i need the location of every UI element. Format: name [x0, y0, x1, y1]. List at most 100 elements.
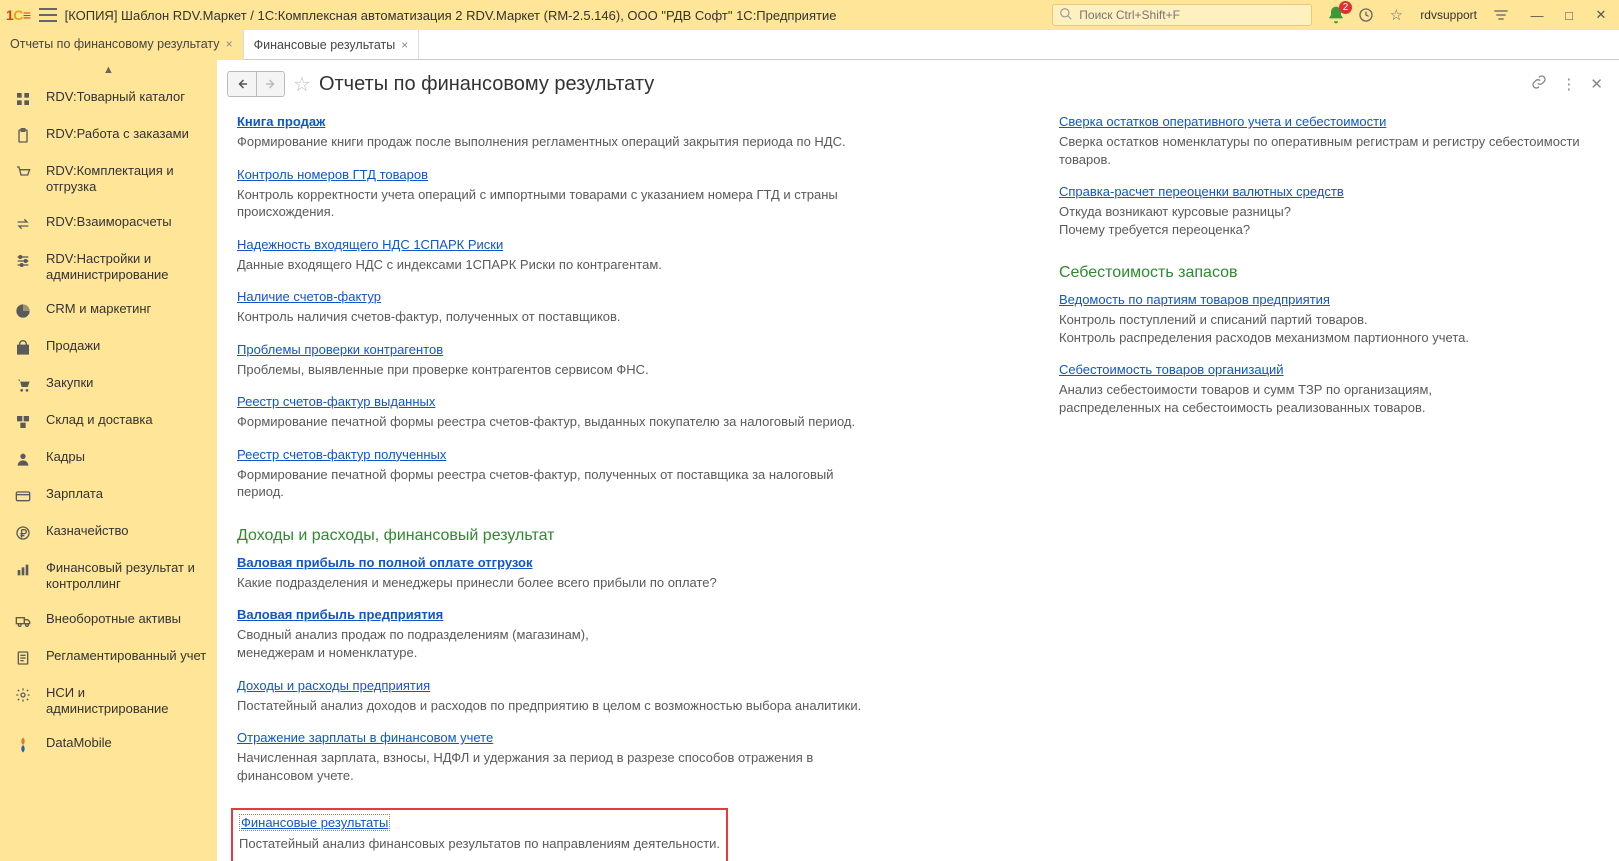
report-link[interactable]: Книга продаж — [237, 114, 325, 129]
sidebar-item-label: Склад и доставка — [46, 412, 153, 428]
report-description: Контроль наличия счетов-фактур, полученн… — [237, 308, 877, 326]
sidebar-item[interactable]: Внеоборотные активы — [0, 602, 217, 639]
sidebar-item-label: RDV:Товарный каталог — [46, 89, 185, 105]
sidebar-item-label: Продажи — [46, 338, 100, 354]
content-area: Книга продажФормирование книги продаж по… — [217, 100, 1619, 861]
sidebar-collapse-icon[interactable]: ▲ — [0, 60, 217, 80]
settings-menu-icon[interactable] — [1491, 5, 1511, 25]
sidebar-item[interactable]: Закупки — [0, 366, 217, 403]
report-description: Контроль корректности учета операций с и… — [237, 186, 877, 221]
gear-icon — [14, 686, 32, 704]
sidebar-item[interactable]: Зарплата — [0, 477, 217, 514]
report-link[interactable]: Ведомость по партиям товаров предприятия — [1059, 292, 1330, 307]
report-link[interactable]: Реестр счетов-фактур полученных — [237, 447, 446, 462]
search-input[interactable] — [1079, 8, 1305, 22]
report-link[interactable]: Отражение зарплаты в финансовом учете — [237, 730, 493, 745]
window-minimize-icon[interactable]: — — [1525, 5, 1549, 25]
sidebar-item-label: Закупки — [46, 375, 93, 391]
sidebar-item[interactable]: Регламентированный учет — [0, 639, 217, 676]
sidebar-item[interactable]: RDV:Товарный каталог — [0, 80, 217, 117]
report-item: Валовая прибыль по полной оплате отгрузо… — [237, 555, 1019, 592]
sidebar-item[interactable]: Казначейство — [0, 514, 217, 551]
sidebar-item[interactable]: RDV:Настройки и администрирование — [0, 242, 217, 293]
window-close-icon[interactable]: ✕ — [1589, 5, 1613, 25]
tab-close-icon[interactable]: × — [226, 37, 233, 51]
favorite-toggle-icon[interactable]: ☆ — [293, 72, 311, 97]
menu-burger-icon[interactable] — [39, 8, 57, 22]
sidebar-item[interactable]: Кадры — [0, 440, 217, 477]
tab-item[interactable]: Финансовые результаты× — [244, 30, 420, 59]
report-link[interactable]: Контроль номеров ГТД товаров — [237, 167, 428, 182]
report-link[interactable]: Сверка остатков оперативного учета и себ… — [1059, 114, 1386, 129]
grid-icon — [14, 90, 32, 108]
report-item: Реестр счетов-фактур полученныхФормирова… — [237, 447, 1019, 501]
report-item: Отражение зарплаты в финансовом учетеНач… — [237, 730, 1019, 784]
tab-close-icon[interactable]: × — [401, 38, 408, 52]
report-link[interactable]: Валовая прибыль предприятия — [237, 607, 443, 622]
report-item: Сверка остатков оперативного учета и себ… — [1059, 114, 1599, 168]
exchange-icon — [14, 215, 32, 233]
report-description: Данные входящего НДС с индексами 1СПАРК … — [237, 256, 877, 274]
report-item: Контроль номеров ГТД товаров Контроль кор… — [237, 167, 1019, 221]
main-panel: ☆ Отчеты по финансовому результату ⋮ ✕ К… — [217, 60, 1619, 861]
report-description: Анализ себестоимости товаров и сумм ТЗР … — [1059, 381, 1599, 416]
report-item: Себестоимость товаров организаций Анализ … — [1059, 362, 1599, 416]
page-title: Отчеты по финансовому результату — [319, 73, 654, 96]
sidebar-item[interactable]: RDV:Взаиморасчеты — [0, 205, 217, 242]
sidebar-item[interactable]: CRM и маркетинг — [0, 292, 217, 329]
notification-badge: 2 — [1339, 1, 1353, 14]
report-item: Реестр счетов-фактур выданныхФормировани… — [237, 394, 1019, 431]
sidebar-item-label: Казначейство — [46, 523, 128, 539]
more-menu-icon[interactable]: ⋮ — [1561, 75, 1576, 93]
report-link[interactable]: Реестр счетов-фактур выданных — [237, 394, 435, 409]
window-title: [КОПИЯ] Шаблон RDV.Маркет / 1С:Комплексн… — [65, 8, 837, 23]
report-description: Какие подразделения и менеджеры принесли… — [237, 574, 877, 592]
report-link[interactable]: Справка-расчет переоценки валютных средс… — [1059, 184, 1344, 199]
notifications-bell-icon[interactable]: 2 — [1326, 5, 1346, 25]
sidebar-item[interactable]: RDV:Комплектация и отгрузка — [0, 154, 217, 205]
link-icon[interactable] — [1531, 74, 1547, 94]
report-item: Надежность входящего НДС 1СПАРК Риски Дан… — [237, 237, 1019, 274]
sidebar-item-label: RDV:Настройки и администрирование — [46, 251, 207, 284]
report-link[interactable]: Финансовые результаты — [239, 814, 390, 831]
sidebar-item-label: RDV:Взаиморасчеты — [46, 214, 172, 230]
close-panel-icon[interactable]: ✕ — [1590, 75, 1603, 93]
sidebar-item-label: НСИ и администрирование — [46, 685, 207, 718]
sidebar-item[interactable]: DataMobile — [0, 726, 217, 763]
report-item: Ведомость по партиям товаров предприятия… — [1059, 292, 1599, 346]
report-link[interactable]: Себестоимость товаров организаций — [1059, 362, 1284, 377]
sidebar-item-label: Регламентированный учет — [46, 648, 206, 664]
user-name[interactable]: rdvsupport — [1416, 8, 1481, 22]
sidebar-item-label: Финансовый результат и контроллинг — [46, 560, 207, 593]
tab-label: Отчеты по финансовому результату — [10, 37, 220, 51]
nav-forward-button[interactable] — [256, 72, 284, 96]
doc-icon — [14, 649, 32, 667]
sidebar-item[interactable]: Финансовый результат и контроллинг — [0, 551, 217, 602]
cart-icon — [14, 164, 32, 182]
report-link[interactable]: Надежность входящего НДС 1СПАРК Риски — [237, 237, 503, 252]
report-link[interactable]: Наличие счетов-фактур — [237, 289, 381, 304]
tab-item[interactable]: Отчеты по финансовому результату × — [0, 30, 244, 60]
sidebar-item[interactable]: Склад и доставка — [0, 403, 217, 440]
history-icon[interactable] — [1356, 5, 1376, 25]
report-description: Откуда возникают курсовые разницы? Почем… — [1059, 203, 1599, 238]
report-link[interactable]: Проблемы проверки контрагентов — [237, 342, 443, 357]
report-description: Контроль поступлений и списаний партий т… — [1059, 311, 1599, 346]
sidebar-item[interactable]: Продажи — [0, 329, 217, 366]
report-link[interactable]: Доходы и расходы предприятия — [237, 678, 430, 693]
clipboard-icon — [14, 127, 32, 145]
nav-back-button[interactable] — [228, 72, 256, 96]
sidebar-item[interactable]: НСИ и администрирование — [0, 676, 217, 727]
report-item: Книга продажФормирование книги продаж по… — [237, 114, 1019, 151]
report-description: Проблемы, выявленные при проверке контра… — [237, 361, 877, 379]
truck-icon — [14, 612, 32, 630]
window-maximize-icon[interactable]: □ — [1557, 5, 1581, 25]
pie-icon — [14, 302, 32, 320]
report-link[interactable]: Валовая прибыль по полной оплате отгрузо… — [237, 555, 533, 570]
global-search[interactable] — [1052, 4, 1312, 26]
card-icon — [14, 487, 32, 505]
nav-history-buttons — [227, 71, 285, 97]
favorites-star-icon[interactable]: ☆ — [1386, 5, 1406, 25]
report-item: Наличие счетов-фактур Контроль наличия сч… — [237, 289, 1019, 326]
sidebar-item[interactable]: RDV:Работа с заказами — [0, 117, 217, 154]
